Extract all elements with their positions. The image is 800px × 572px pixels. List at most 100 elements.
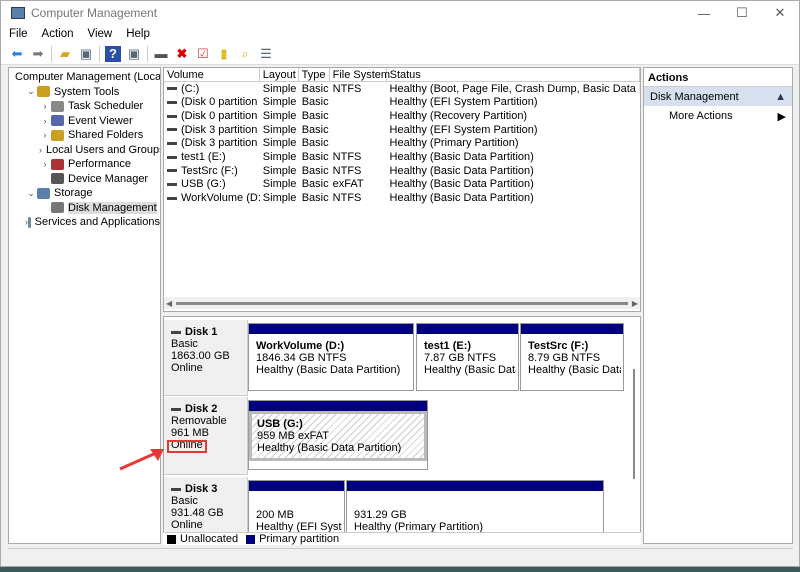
expander-icon[interactable]: ›	[39, 145, 42, 155]
tree-item[interactable]: Computer Management (Local	[9, 70, 160, 85]
help-icon[interactable]: ?	[105, 45, 121, 62]
volume-cell: Basic	[299, 192, 330, 204]
back-icon[interactable]: ⬅	[9, 46, 25, 62]
volume-row[interactable]: TestSrc (F:) Simple Basic NTFS Healthy (Basi…	[164, 164, 640, 178]
column-layout[interactable]: Layout	[259, 67, 299, 82]
disk-info[interactable]: Disk 1 Basic 1863.00 GB Online	[164, 320, 248, 396]
connect-icon[interactable]: ▬	[153, 46, 169, 62]
maximize-button[interactable]: ☐	[723, 1, 761, 25]
tree-item[interactable]: › Performance	[9, 157, 160, 172]
volume-cell: Healthy (EFI System Partition)	[387, 96, 640, 108]
close-button[interactable]: ✕	[761, 1, 799, 25]
properties-icon[interactable]: ☑	[195, 46, 211, 62]
search-icon[interactable]: ⌕	[237, 46, 253, 62]
status-bar	[8, 548, 793, 565]
cell-text: Healthy (EFI System Partition)	[389, 123, 538, 136]
online-highlight-box	[167, 440, 207, 453]
menu-view[interactable]: View	[88, 28, 113, 40]
volume-cell: Healthy (Boot, Page File, Crash Dump, Ba…	[387, 83, 640, 95]
tree-item[interactable]: › Task Scheduler	[9, 99, 160, 114]
volume-row[interactable]: (Disk 3 partition 1)Simple Basic Healthy (…	[164, 123, 640, 137]
partition[interactable]: USB (G:) 959 MB exFAT Healthy (Basic Data …	[248, 400, 428, 470]
computer-management-window: Computer Management — ☐ ✕ File Action Vi…	[0, 0, 800, 567]
volume-cell: TestSrc (F:)	[164, 165, 260, 177]
menu-bar: File Action View Help	[1, 25, 799, 43]
partition-body: TestSrc (F:) 8.79 GB NTFS Healthy (Basic D…	[521, 334, 623, 382]
column-status[interactable]: Status	[386, 67, 640, 82]
partition-type-bar	[521, 324, 623, 334]
disk-icon	[171, 330, 181, 334]
expander-icon[interactable]: ›	[39, 159, 51, 169]
partition[interactable]: 931.29 GB Healthy (Primary Partition)	[346, 480, 604, 533]
partition[interactable]: TestSrc (F:) 8.79 GB NTFS Healthy (Basic D…	[520, 323, 624, 391]
volume-cell: NTFS	[330, 83, 387, 95]
expander-icon[interactable]: ›	[39, 130, 51, 140]
export-icon[interactable]: ▮	[216, 46, 232, 62]
show-hide-action-icon[interactable]: ▣	[126, 46, 142, 62]
more-actions[interactable]: More Actions ▶	[644, 106, 792, 125]
partition[interactable]: 200 MBHealthy (EFI System	[248, 480, 345, 533]
disk-name: Disk 3	[185, 483, 218, 495]
tree-node-icon	[28, 216, 31, 228]
volume-row[interactable]: WorkVolume (D:) Simple Basic NTFS Healthy (B…	[164, 191, 640, 205]
expander-icon[interactable]: ›	[39, 101, 51, 111]
horizontal-scrollbar[interactable]: ◀ ▶	[164, 297, 640, 309]
partition[interactable]: test1 (E:) 7.87 GB NTFS Healthy (Basic Dat…	[416, 323, 519, 391]
expander-icon[interactable]: ⌄	[25, 86, 37, 97]
volume-icon	[167, 155, 177, 159]
volume-row[interactable]: test1 (E:) Simple Basic NTFS Healthy (Basic …	[164, 150, 640, 164]
disk-row: Disk 1 Basic 1863.00 GB Online WorkVolume (D…	[164, 320, 630, 396]
cell-text: Basic	[301, 164, 329, 177]
tree-item[interactable]: Device Manager	[9, 172, 160, 187]
tree-item[interactable]: › Services and Applications	[9, 215, 160, 230]
menu-help[interactable]: Help	[126, 28, 150, 40]
tree-item[interactable]: ⌄ System Tools	[9, 85, 160, 100]
volume-cell: (Disk 3 partition 2)	[164, 137, 260, 149]
tree-node-icon	[37, 187, 50, 199]
minimize-button[interactable]: —	[685, 1, 723, 25]
cell-text: USB (G:)	[181, 178, 226, 191]
volume-row[interactable]: (Disk 0 partition 1)Simple Basic Healthy (…	[164, 95, 640, 109]
show-hide-tree-icon[interactable]: ▣	[78, 46, 94, 62]
disk-type: Basic	[171, 495, 198, 507]
partition-status: Healthy (Basic Data Pa	[424, 364, 516, 376]
delete-icon[interactable]: ✖	[174, 46, 190, 62]
actions-section-disk-management[interactable]: Disk Management ▲	[644, 87, 792, 106]
menu-file[interactable]: File	[9, 28, 28, 40]
forward-icon[interactable]: ➡	[30, 46, 46, 62]
cell-text: (Disk 0 partition 4)	[181, 109, 260, 122]
volume-row[interactable]: (Disk 0 partition 4)Simple Basic Healthy (…	[164, 109, 640, 123]
tree-item[interactable]: › Event Viewer	[9, 114, 160, 129]
partition[interactable]: WorkVolume (D:) 1846.34 GB NTFS Healthy (B…	[248, 323, 414, 391]
column-file-system[interactable]: File System	[329, 67, 390, 82]
disk-info[interactable]: Disk 3 Basic 931.48 GB Online	[164, 477, 248, 533]
vertical-scrollbar[interactable]	[629, 319, 639, 531]
column-type[interactable]: Type	[298, 67, 330, 82]
volume-cell: Simple	[260, 165, 299, 177]
partition-body: 200 MBHealthy (EFI System	[249, 491, 344, 533]
volume-list: Volume Layout Type File System Status (C…	[163, 67, 641, 312]
volume-row[interactable]: (Disk 3 partition 2)Simple Basic Healthy (…	[164, 136, 640, 150]
menu-action[interactable]: Action	[42, 28, 74, 40]
volume-cell: NTFS	[330, 192, 387, 204]
collapse-icon[interactable]: ▲	[775, 91, 786, 103]
disk-info[interactable]: Disk 2 Removable 961 MB Online	[164, 397, 248, 475]
up-folder-icon[interactable]: ▰	[57, 46, 73, 62]
tree-item[interactable]: › Shared Folders	[9, 128, 160, 143]
tree-item[interactable]: ⌄ Storage	[9, 186, 160, 201]
volume-row[interactable]: (C:) Simple Basic NTFS Healthy (Boot, Page F…	[164, 82, 640, 96]
expander-icon[interactable]: ›	[39, 116, 51, 126]
volume-row[interactable]: USB (G:) Simple Basic exFAT Healthy (Basic D…	[164, 178, 640, 192]
column-volume[interactable]: Volume	[164, 67, 260, 82]
list-icon[interactable]: ☰	[258, 46, 274, 62]
volume-cell: Simple	[260, 110, 299, 122]
cell-text: Simple	[262, 137, 297, 150]
title-bar: Computer Management — ☐ ✕	[1, 1, 799, 25]
tree-item-label: Device Manager	[68, 172, 149, 185]
disk-name: Disk 2	[185, 403, 218, 415]
volume-cell: test1 (E:)	[164, 151, 260, 163]
expander-icon[interactable]: ⌄	[25, 188, 37, 199]
tree-item[interactable]: › Local Users and Groups	[9, 143, 160, 158]
disk-size: 1863.00 GB	[171, 350, 230, 362]
tree-item[interactable]: Disk Management	[9, 201, 160, 216]
